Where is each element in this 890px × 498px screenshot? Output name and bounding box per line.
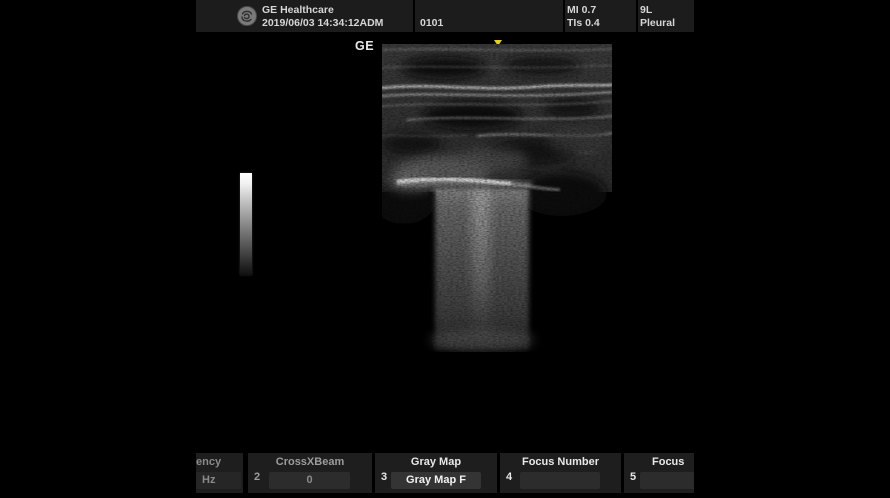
control-panel-crossxbeam[interactable]: 2 CrossXBeam 0 [248, 453, 372, 493]
control-panel-frequency[interactable]: ency Hz [196, 453, 243, 493]
header-divider [563, 0, 565, 32]
control-panel-focus[interactable]: 5 Focus [624, 453, 694, 493]
gray-map-value[interactable]: Gray Map F [391, 472, 481, 489]
frequency-label: ency [196, 456, 243, 468]
focus-number-label: Focus Number [500, 456, 621, 468]
ultrasound-image [382, 44, 612, 352]
control-panel-gray-map[interactable]: 3 Gray Map Gray Map F [375, 453, 497, 493]
exam-id-label: 0101 [420, 17, 443, 29]
header-divider [413, 0, 415, 32]
header-bar: GE Healthcare 2019/06/03 14:34:12ADM 010… [196, 0, 694, 32]
crossxbeam-value[interactable]: 0 [269, 472, 350, 489]
probe-label: 9L [640, 4, 652, 16]
softkey-bar: ency Hz 2 CrossXBeam 0 3 Gray Map Gray M… [196, 453, 694, 493]
ge-logo-icon [237, 6, 257, 26]
header-divider [636, 0, 638, 32]
softkey-number-5: 5 [630, 471, 636, 483]
gray-map-label: Gray Map [375, 456, 497, 468]
softkey-number-4: 4 [506, 471, 512, 483]
mi-index-label: MI 0.7 [567, 4, 596, 16]
vendor-watermark: GE [355, 39, 374, 53]
ultrasound-display: GE Healthcare 2019/06/03 14:34:12ADM 010… [0, 0, 890, 498]
crossxbeam-label: CrossXBeam [248, 456, 372, 468]
focus-value[interactable] [640, 472, 694, 489]
scan-screen: GE Healthcare 2019/06/03 14:34:12ADM 010… [196, 0, 694, 498]
speckle-noise-overlay [382, 44, 612, 352]
frequency-value[interactable]: Hz [196, 472, 241, 489]
grayscale-reference-bar [240, 173, 252, 275]
focus-label: Focus [652, 456, 684, 468]
brand-label: GE Healthcare [262, 4, 334, 16]
preset-label: Pleural [640, 17, 675, 29]
control-panel-focus-number[interactable]: 4 Focus Number [500, 453, 621, 493]
datetime-label: 2019/06/03 14:34:12ADM [262, 17, 383, 29]
softkey-number-2: 2 [254, 471, 260, 483]
tis-index-label: TIs 0.4 [567, 17, 600, 29]
softkey-number-3: 3 [381, 471, 387, 483]
focus-number-value[interactable] [520, 472, 600, 489]
